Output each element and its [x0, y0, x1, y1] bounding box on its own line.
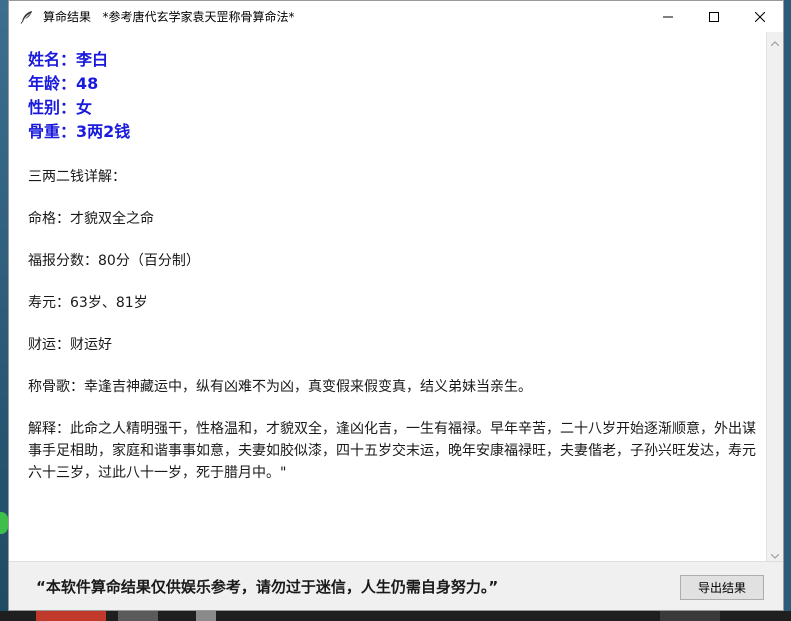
taskbar: [0, 611, 791, 621]
age-line: 年龄：48: [28, 74, 99, 93]
minimize-button[interactable]: [645, 1, 691, 32]
lifespan-line: 寿元：63岁、81岁: [28, 295, 148, 311]
maximize-icon: [709, 7, 719, 26]
fate-line: 命格：才貌双全之命: [28, 211, 154, 227]
export-result-button[interactable]: 导出结果: [680, 575, 764, 600]
name-line: 姓名：李白: [28, 50, 109, 69]
title-bar[interactable]: 算命结果 *参考唐代玄学家袁天罡称骨算命法*: [9, 1, 783, 32]
taskbar-item[interactable]: [118, 611, 158, 621]
scroll-up-button[interactable]: [767, 32, 783, 48]
minimize-icon: [663, 7, 673, 26]
scroll-down-button[interactable]: [767, 545, 783, 561]
desktop-app-icon: [0, 512, 8, 534]
result-text-area[interactable]: 姓名：李白 年龄：48 性别：女 骨重：3两2钱 三两二钱详解： 命格：才貌双全…: [9, 32, 766, 561]
disclaimer-text: “本软件算命结果仅供娱乐参考，请勿过于迷信，人生仍需自身努力。”: [36, 578, 499, 596]
vertical-scrollbar[interactable]: [766, 32, 783, 561]
explanation-paragraph: 解释：此命之人精明强干，性格温和，才貌双全，逢凶化吉，一生有福禄。早年辛苦，二十…: [28, 421, 756, 481]
close-button[interactable]: [737, 1, 783, 32]
window-title: 算命结果 *参考唐代玄学家袁天罡称骨算命法*: [43, 10, 295, 24]
taskbar-item[interactable]: [196, 611, 216, 621]
gender-line: 性别：女: [28, 98, 93, 117]
chevron-up-icon: [770, 31, 780, 50]
result-window: 算命结果 *参考唐代玄学家袁天罡称骨算命法* 姓名：李白 年龄：48 性别：女 …: [8, 0, 784, 611]
maximize-button[interactable]: [691, 1, 737, 32]
chevron-down-icon: [770, 544, 780, 563]
wealth-line: 财运：财运好: [28, 337, 112, 353]
weight-line: 骨重：3两2钱: [28, 122, 131, 141]
desktop-background: [0, 0, 8, 621]
song-line: 称骨歌：幸逢吉神藏运中，纵有凶难不为凶，真变假来假变真，结义弟妹当亲生。: [28, 379, 532, 395]
detail-heading: 三两二钱详解：: [28, 169, 126, 185]
feather-icon: [19, 9, 35, 25]
close-icon: [754, 7, 766, 26]
taskbar-item[interactable]: [36, 611, 106, 621]
footer-bar: “本软件算命结果仅供娱乐参考，请勿过于迷信，人生仍需自身努力。” 导出结果: [9, 561, 783, 610]
fortune-score-line: 福报分数：80分（百分制）: [28, 253, 200, 269]
taskbar-item[interactable]: [660, 611, 720, 621]
